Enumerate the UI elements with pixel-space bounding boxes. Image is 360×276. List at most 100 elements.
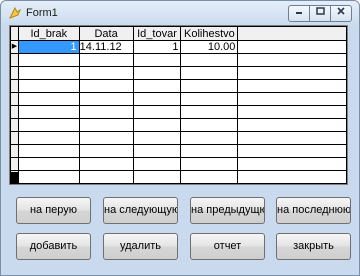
app-icon (8, 6, 22, 19)
grid-cell[interactable] (17, 144, 80, 158)
grid-cell[interactable] (17, 118, 80, 132)
table-row[interactable]: ▶ 1 14.11.12 1 10.00 (10, 40, 347, 54)
cell-data[interactable]: 14.11.12 (78, 40, 134, 54)
row-indicator (10, 79, 19, 93)
column-header-data[interactable]: Data (78, 26, 134, 41)
close-button[interactable]: закрыть (276, 233, 351, 260)
grid-cell[interactable] (180, 157, 239, 171)
grid-cell[interactable] (237, 92, 347, 106)
maximize-icon (316, 7, 325, 15)
grid-cell[interactable] (180, 79, 239, 93)
grid-cell[interactable] (237, 157, 347, 171)
grid-cell[interactable] (180, 118, 239, 132)
grid-cell[interactable] (132, 53, 182, 67)
horizontal-scrollbar[interactable] (10, 172, 18, 184)
grid-cell[interactable] (180, 92, 239, 106)
grid-cell[interactable] (180, 131, 239, 145)
close-window-button[interactable] (330, 5, 352, 22)
grid-cell[interactable] (78, 144, 134, 158)
grid-cell[interactable] (78, 53, 134, 67)
row-indicator (10, 92, 19, 106)
title-bar[interactable]: Form1 (1, 1, 359, 27)
grid-cell[interactable] (180, 105, 239, 119)
row-indicator (10, 118, 19, 132)
column-header-kolihestvo[interactable]: Kolihestvo (180, 26, 239, 41)
grid-cell[interactable] (237, 79, 347, 93)
grid-cell[interactable] (17, 131, 80, 145)
grid-cell[interactable] (180, 144, 239, 158)
last-record-button[interactable]: на последнюю (276, 197, 351, 224)
report-button[interactable]: отчет (190, 233, 265, 260)
cell-id-tovar[interactable]: 1 (132, 40, 182, 54)
table-row[interactable] (10, 79, 347, 93)
maximize-button[interactable] (309, 5, 331, 22)
previous-record-button[interactable]: на предыдущюк (190, 197, 265, 224)
grid-cell[interactable] (78, 79, 134, 93)
table-row[interactable] (10, 92, 347, 106)
grid-cell[interactable] (237, 53, 347, 67)
row-indicator (10, 157, 19, 171)
grid-cell[interactable] (17, 105, 80, 119)
data-grid[interactable]: Id_brak Data Id_tovar Kolihestvo ▶ 1 14.… (9, 25, 348, 185)
grid-cell[interactable] (132, 79, 182, 93)
grid-cell[interactable] (17, 157, 80, 171)
delete-button[interactable]: удалить (103, 233, 178, 260)
grid-cell[interactable] (17, 66, 80, 80)
grid-header-row: Id_brak Data Id_tovar Kolihestvo (10, 26, 347, 41)
grid-cell[interactable] (180, 66, 239, 80)
grid-cell[interactable] (237, 144, 347, 158)
grid-cell[interactable] (132, 92, 182, 106)
grid-cell[interactable] (17, 79, 80, 93)
table-row[interactable] (10, 170, 347, 184)
grid-cell[interactable] (78, 170, 134, 184)
column-header-id-tovar[interactable]: Id_tovar (132, 26, 182, 41)
grid-cell[interactable] (132, 170, 182, 184)
cell-id-brak[interactable]: 1 (17, 40, 80, 54)
cell-kolihestvo[interactable]: 10.00 (180, 40, 239, 54)
grid-cell[interactable] (78, 157, 134, 171)
grid-cell[interactable] (132, 105, 182, 119)
grid-cell[interactable] (132, 144, 182, 158)
grid-cell[interactable] (237, 118, 347, 132)
table-row[interactable] (10, 144, 347, 158)
grid-table: Id_brak Data Id_tovar Kolihestvo ▶ 1 14.… (10, 26, 347, 184)
grid-cell[interactable] (78, 92, 134, 106)
grid-cell[interactable] (78, 105, 134, 119)
table-row[interactable] (10, 105, 347, 119)
grid-cell[interactable] (237, 105, 347, 119)
grid-cell[interactable] (78, 66, 134, 80)
table-row[interactable] (10, 53, 347, 67)
grid-cell[interactable] (132, 157, 182, 171)
table-row[interactable] (10, 157, 347, 171)
window-title: Form1 (26, 7, 58, 19)
grid-cell[interactable] (237, 66, 347, 80)
row-indicator-header (10, 26, 19, 41)
next-record-button[interactable]: на следующую (103, 197, 178, 224)
row-indicator (10, 53, 19, 67)
grid-cell[interactable] (180, 53, 239, 67)
current-row-indicator: ▶ (10, 40, 19, 54)
grid-cell[interactable] (180, 170, 239, 184)
table-row[interactable] (10, 66, 347, 80)
row-indicator (10, 131, 19, 145)
cell-extra[interactable] (237, 40, 347, 54)
grid-cell[interactable] (17, 92, 80, 106)
add-button[interactable]: добавить (16, 233, 91, 260)
grid-cell[interactable] (78, 131, 134, 145)
close-icon (337, 7, 345, 15)
grid-cell[interactable] (78, 118, 134, 132)
table-row[interactable] (10, 118, 347, 132)
grid-cell[interactable] (237, 131, 347, 145)
grid-cell[interactable] (17, 53, 80, 67)
row-indicator (10, 66, 19, 80)
column-header-extra[interactable] (237, 26, 347, 41)
table-row[interactable] (10, 131, 347, 145)
grid-cell[interactable] (237, 170, 347, 184)
grid-cell[interactable] (132, 66, 182, 80)
column-header-id-brak[interactable]: Id_brak (17, 26, 80, 41)
grid-cell[interactable] (132, 118, 182, 132)
grid-cell[interactable] (17, 170, 80, 184)
minimize-button[interactable] (288, 5, 310, 22)
grid-cell[interactable] (132, 131, 182, 145)
first-record-button[interactable]: на перую (16, 197, 91, 224)
